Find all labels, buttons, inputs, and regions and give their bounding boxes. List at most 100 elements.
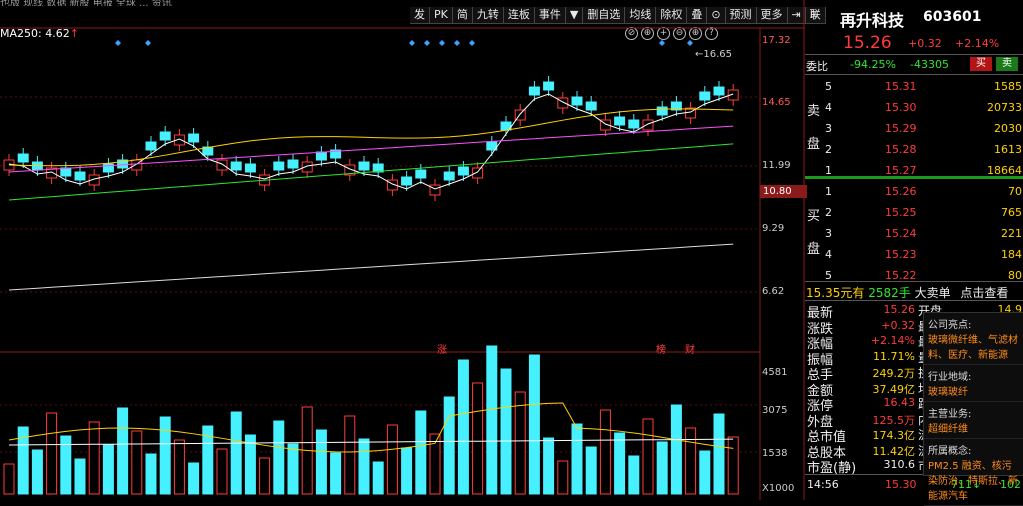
- candle-body: [571, 96, 583, 106]
- candle-body: [415, 169, 427, 179]
- divider: [805, 300, 1023, 301]
- volume-bar: [415, 410, 427, 495]
- stat-value: 249.2万: [872, 367, 916, 380]
- stat-value: 11.42亿: [872, 444, 916, 458]
- event-diamond-icon: [409, 40, 415, 46]
- candle-body: [401, 176, 413, 186]
- peak-price-label: ←16.65: [695, 49, 733, 60]
- volume-bar: [315, 429, 327, 495]
- stat-value: +2.14%: [870, 334, 915, 347]
- stat-value: +0.32: [881, 318, 915, 332]
- order-price[interactable]: 15.26: [885, 185, 917, 198]
- order-price[interactable]: 15.30: [885, 101, 917, 114]
- candle-body: [585, 101, 597, 111]
- candle-body: [230, 161, 242, 171]
- order-price[interactable]: 15.31: [885, 80, 917, 93]
- event-mark-bang[interactable]: 榜: [656, 341, 666, 356]
- weibi-diff: -43305: [910, 58, 949, 71]
- stock-price: 15.26: [843, 33, 892, 53]
- info-key: 公司亮点:: [928, 320, 972, 331]
- volume-bar: [486, 345, 498, 495]
- candle-body: [273, 161, 285, 171]
- ma20-line: [8, 125, 734, 173]
- candle-body: [642, 119, 654, 131]
- order-price[interactable]: 15.24: [885, 227, 917, 240]
- weibi-label: 委比: [806, 60, 828, 73]
- stock-change: +0.32: [908, 37, 942, 50]
- candle-body: [315, 151, 327, 161]
- volume-bar: [514, 391, 526, 495]
- volume-bar: [117, 407, 129, 495]
- order-price[interactable]: 15.29: [885, 122, 917, 135]
- sell-button[interactable]: 卖: [996, 57, 1018, 71]
- volume-bar: [273, 420, 285, 495]
- stat-value: 37.49亿: [872, 382, 916, 396]
- candle-body: [188, 133, 200, 143]
- stat-value: 125.5万: [872, 413, 916, 427]
- volume-bar: [457, 359, 469, 495]
- price-axis-tick: 9.29: [762, 223, 785, 234]
- stat-value: 15.26: [883, 303, 916, 316]
- volume-axis-tick: 3075: [762, 405, 788, 416]
- volume-bar: [642, 418, 654, 495]
- candle-body: [528, 86, 540, 96]
- order-level: 3: [825, 227, 832, 240]
- volume-bar: [3, 463, 15, 495]
- buy-side-label: 买: [807, 209, 821, 224]
- sell-side-label: 盘: [807, 137, 821, 152]
- event-diamond-icon: [687, 40, 693, 46]
- divider: [805, 54, 1023, 55]
- info-value: 玻璃微纤维、气滤材料、医疗、新能源: [928, 335, 1018, 361]
- tick-time: 14:56: [807, 478, 839, 491]
- candle-body: [60, 167, 72, 177]
- candle-body: [287, 159, 299, 169]
- event-mark-cai[interactable]: 财: [685, 341, 695, 356]
- volume-bar: [401, 447, 413, 495]
- info-value: 超细纤维: [928, 424, 968, 435]
- candle-body: [17, 153, 29, 163]
- order-volume: 184: [1001, 248, 1022, 261]
- info-item: 行业地域: 玻璃玻纤: [924, 365, 1023, 402]
- stock-name: 再升科技: [840, 11, 905, 30]
- volume-bar: [88, 421, 100, 495]
- price-axis-tick: 6.62: [762, 286, 785, 297]
- volume-bar: [713, 413, 725, 495]
- order-volume: 20733: [987, 101, 1022, 114]
- big-order-bar[interactable]: 15.35元有 2582手 大卖单 点击查看: [806, 284, 1008, 301]
- ma5-line: [8, 93, 734, 190]
- volume-bar: [31, 449, 43, 495]
- r-tag: R: [810, 10, 817, 21]
- kline-chart[interactable]: [0, 0, 805, 500]
- candle-body: [443, 171, 455, 181]
- candle-body: [472, 167, 484, 179]
- order-level: 4: [825, 248, 832, 261]
- volume-bar: [131, 430, 143, 495]
- info-key: 主营业务:: [928, 409, 972, 420]
- volume-bar: [585, 446, 597, 495]
- buy-button[interactable]: 买: [970, 57, 992, 71]
- candle-body: [429, 184, 441, 196]
- volume-bar: [614, 432, 626, 495]
- order-price[interactable]: 15.25: [885, 206, 917, 219]
- order-level: 3: [825, 122, 832, 135]
- volume-bar: [358, 438, 370, 495]
- candle-body: [159, 131, 171, 141]
- volume-bar: [330, 452, 342, 495]
- info-item: 所属概念: PM2.5 融资、核污染防治、特斯拉、新能源汽车: [924, 439, 1023, 506]
- volume-bar: [230, 411, 242, 495]
- order-price[interactable]: 15.28: [885, 143, 917, 156]
- event-mark-zhang[interactable]: 涨: [437, 341, 447, 356]
- candle-body: [614, 116, 626, 126]
- event-diamond-icon: [424, 40, 430, 46]
- sell-side-label: 卖: [807, 104, 821, 119]
- order-price[interactable]: 15.23: [885, 248, 917, 261]
- divider: [805, 74, 1023, 75]
- order-volume: 1613: [994, 143, 1022, 156]
- volume-bar: [500, 368, 512, 495]
- info-key: 所属概念:: [928, 446, 972, 457]
- stock-code: 603601: [923, 9, 982, 25]
- volume-bar: [259, 457, 271, 495]
- weibi-pct: -94.25%: [850, 58, 896, 71]
- volume-bar: [599, 409, 611, 495]
- event-diamond-icon: [454, 40, 460, 46]
